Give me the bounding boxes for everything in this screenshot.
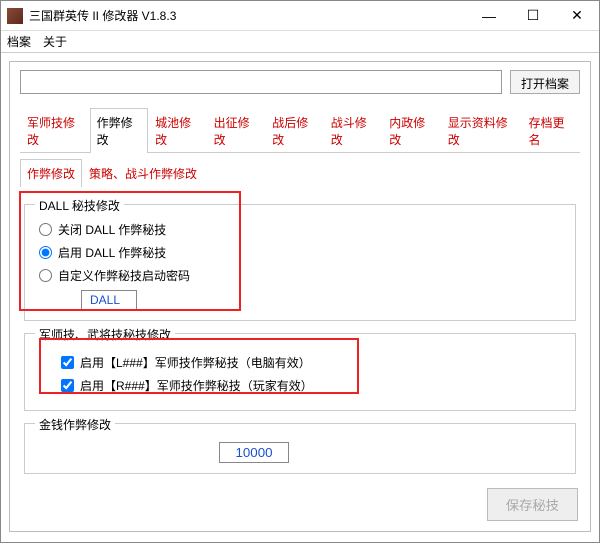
file-path-input[interactable] xyxy=(20,70,502,94)
close-button[interactable]: ✕ xyxy=(555,1,599,31)
tab-city[interactable]: 城池修改 xyxy=(148,108,207,153)
menu-file[interactable]: 档案 xyxy=(7,33,31,50)
tab-postbattle[interactable]: 战后修改 xyxy=(265,108,324,153)
tab-expedition[interactable]: 出征修改 xyxy=(207,108,266,153)
group-money-legend: 金钱作弊修改 xyxy=(35,416,115,433)
open-file-button[interactable]: 打开档案 xyxy=(510,70,580,94)
radio-custom-dall[interactable] xyxy=(39,269,52,282)
sub-tabs: 作弊修改 策略、战斗作弊修改 xyxy=(20,159,580,186)
tab-display[interactable]: 显示资料修改 xyxy=(441,108,522,153)
group-skills-legend: 军师技、武将技秘技修改 xyxy=(35,326,175,343)
checkbox-l-label: 启用【L###】军师技作弊秘技（电脑有效） xyxy=(80,354,311,371)
custom-password-input[interactable] xyxy=(81,290,137,310)
tab-rename[interactable]: 存档更名 xyxy=(522,108,581,153)
save-button[interactable]: 保存秘技 xyxy=(487,488,578,521)
group-skills: 军师技、武将技秘技修改 启用【L###】军师技作弊秘技（电脑有效） 启用【R##… xyxy=(24,333,576,411)
group-money: 金钱作弊修改 xyxy=(24,423,576,474)
minimize-button[interactable]: — xyxy=(467,1,511,31)
tab-junshi[interactable]: 军师技修改 xyxy=(20,108,90,153)
checkbox-r-label: 启用【R###】军师技作弊秘技（玩家有效） xyxy=(80,377,313,394)
radio-close-dall-label: 关闭 DALL 作弊秘技 xyxy=(58,221,166,238)
main-tabs: 军师技修改 作弊修改 城池修改 出征修改 战后修改 战斗修改 内政修改 显示资料… xyxy=(20,108,580,153)
app-icon xyxy=(7,8,23,24)
tab-battle[interactable]: 战斗修改 xyxy=(324,108,383,153)
radio-enable-dall[interactable] xyxy=(39,246,52,259)
window-title: 三国群英传 II 修改器 V1.8.3 xyxy=(29,7,467,24)
app-window: 三国群英传 II 修改器 V1.8.3 — ☐ ✕ 档案 关于 打开档案 军师技… xyxy=(0,0,600,543)
tab-politics[interactable]: 内政修改 xyxy=(382,108,441,153)
main-panel: 打开档案 军师技修改 作弊修改 城池修改 出征修改 战后修改 战斗修改 内政修改… xyxy=(9,61,591,532)
subtab-cheat[interactable]: 作弊修改 xyxy=(20,159,82,187)
checkbox-l-cheat[interactable] xyxy=(61,356,74,369)
menubar: 档案 关于 xyxy=(1,31,599,53)
group-dall: DALL 秘技修改 关闭 DALL 作弊秘技 启用 DALL 作弊秘技 自定义作… xyxy=(24,204,576,321)
checkbox-r-cheat[interactable] xyxy=(61,379,74,392)
menu-about[interactable]: 关于 xyxy=(43,33,67,50)
radio-close-dall[interactable] xyxy=(39,223,52,236)
tab-cheat[interactable]: 作弊修改 xyxy=(90,108,149,153)
subtab-strategy[interactable]: 策略、战斗作弊修改 xyxy=(82,159,204,187)
maximize-button[interactable]: ☐ xyxy=(511,1,555,31)
radio-custom-dall-label: 自定义作弊秘技启动密码 xyxy=(58,267,190,284)
money-input[interactable] xyxy=(219,442,289,463)
radio-enable-dall-label: 启用 DALL 作弊秘技 xyxy=(58,244,166,261)
titlebar: 三国群英传 II 修改器 V1.8.3 — ☐ ✕ xyxy=(1,1,599,31)
group-dall-legend: DALL 秘技修改 xyxy=(35,197,124,214)
